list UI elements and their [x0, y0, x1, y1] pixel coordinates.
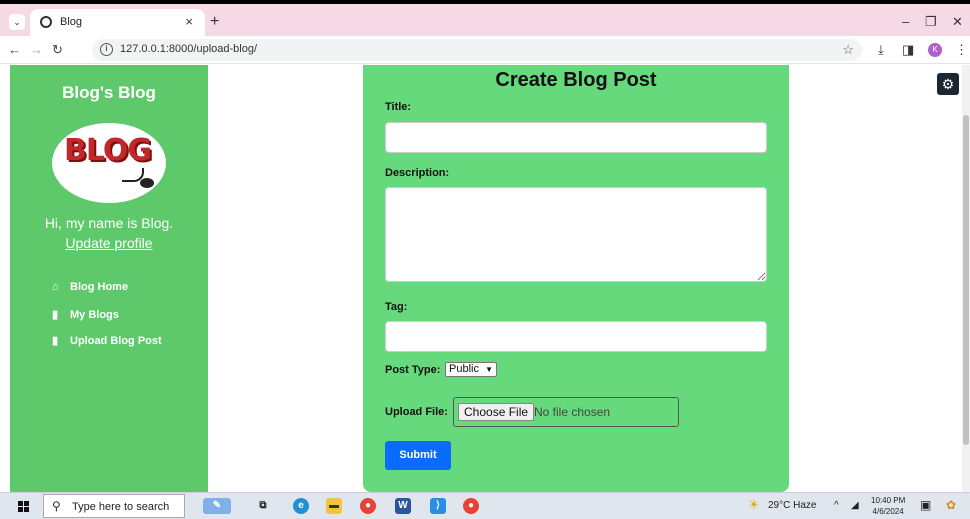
windows-start-icon[interactable] — [18, 501, 29, 512]
restore-button[interactable]: ❐ — [925, 14, 937, 30]
clock-date: 4/6/2024 — [872, 507, 904, 516]
sidebar-item-label: My Blogs — [70, 309, 119, 321]
sidebar-item-blog-home[interactable]: ⌂ Blog Home — [52, 281, 128, 293]
new-tab-button[interactable]: + — [210, 13, 219, 31]
chevron-down-icon: ▼ — [485, 365, 493, 374]
logo-text: BLOG — [64, 133, 152, 168]
scrollbar-thumb[interactable] — [963, 115, 969, 445]
create-post-form: Create Blog Post Title: Description: Tag… — [363, 65, 789, 492]
tab-title: Blog — [60, 16, 83, 28]
forward-button[interactable]: → — [30, 42, 43, 57]
bookmark-icon: ▮ — [52, 309, 59, 321]
greeting: Hi, my name is Blog. — [44, 215, 174, 231]
copilot-icon[interactable]: ✿ — [946, 498, 956, 512]
post-type-value: Public — [449, 363, 479, 375]
form-title: Create Blog Post — [495, 69, 657, 91]
edge-icon[interactable]: e — [293, 498, 309, 514]
url-input[interactable]: i 127.0.0.1:8000/upload-blog/ ☆ — [92, 39, 862, 61]
download-icon[interactable]: ⤓ — [878, 42, 884, 58]
chrome-icon[interactable]: ● — [360, 498, 376, 514]
vscode-icon[interactable]: ⟩ — [430, 498, 446, 514]
weather-icon: ☀ — [748, 497, 760, 512]
taskbar-search-input[interactable]: ⚲ Type here to search — [43, 494, 185, 518]
globe-icon — [40, 16, 52, 28]
sidebar: Blog's Blog BLOG Hi, my name is Blog. Up… — [10, 65, 208, 492]
address-bar: ← → ↻ i 127.0.0.1:8000/upload-blog/ ☆ ⤓ … — [0, 36, 970, 64]
browser-tab-strip: ⌄ Blog × + – ❐ ✕ — [0, 0, 970, 36]
notification-icon[interactable]: ▣ — [920, 498, 931, 512]
profile-avatar[interactable]: K — [928, 43, 942, 57]
blog-logo: BLOG — [52, 123, 166, 203]
file-explorer-icon[interactable]: ▬ — [326, 498, 342, 514]
menu-icon[interactable]: ⋮ — [955, 42, 968, 58]
choose-file-button[interactable]: Choose File — [458, 403, 535, 421]
scrollbar[interactable] — [962, 65, 970, 492]
post-type-select[interactable]: Public ▼ — [445, 362, 497, 377]
blog-name: Blog's Blog — [62, 83, 156, 102]
post-type-label: Post Type: — [385, 364, 441, 376]
submit-button[interactable]: Submit — [385, 441, 451, 470]
taskbar: ⚲ Type here to search ✎ ⧉ e ▬ ● W ⟩ ● ☀ … — [0, 492, 970, 519]
title-label: Title: — [385, 101, 412, 113]
tab-search-button[interactable]: ⌄ — [9, 14, 25, 30]
sidebar-item-my-blogs[interactable]: ▮ My Blogs — [52, 308, 119, 321]
bookmark-star-icon[interactable]: ☆ — [842, 42, 854, 58]
close-window-button[interactable]: ✕ — [952, 14, 963, 30]
bookmark-icon: ▮ — [52, 335, 59, 347]
weather-text[interactable]: 29°C Haze — [768, 500, 816, 511]
browser-tab[interactable]: Blog × — [30, 9, 205, 36]
tray-chevron-icon[interactable]: ^ — [834, 500, 839, 511]
description-textarea[interactable] — [385, 187, 767, 282]
sidebar-item-upload-blog-post[interactable]: ▮ Upload Blog Post — [52, 334, 162, 347]
chrome-profile-icon[interactable]: ● — [463, 498, 479, 514]
info-icon[interactable]: i — [100, 43, 113, 56]
clock[interactable]: 10:40 PM 4/6/2024 — [871, 495, 905, 517]
page-content: Blog's Blog BLOG Hi, my name is Blog. Up… — [0, 65, 970, 492]
description-label: Description: — [385, 167, 450, 179]
sidebar-item-label: Upload Blog Post — [70, 335, 162, 347]
search-placeholder: Type here to search — [72, 501, 170, 513]
update-profile-link[interactable]: Update profile — [10, 235, 208, 251]
minimize-button[interactable]: – — [902, 14, 909, 29]
title-input[interactable] — [385, 122, 767, 153]
clock-time: 10:40 PM — [871, 496, 906, 505]
tag-label: Tag: — [385, 301, 408, 313]
gear-icon[interactable]: ⚙ — [937, 73, 959, 95]
task-view-icon[interactable]: ⧉ — [255, 498, 271, 514]
search-highlight-icon[interactable]: ✎ — [203, 498, 231, 514]
file-input[interactable]: Choose File No file chosen — [453, 397, 679, 427]
network-icon[interactable]: ◢ — [851, 500, 859, 511]
close-tab-icon[interactable]: × — [185, 14, 193, 29]
mouse-icon — [140, 178, 154, 188]
url-text: 127.0.0.1:8000/upload-blog/ — [120, 43, 258, 55]
search-icon: ⚲ — [52, 499, 61, 513]
side-panel-icon[interactable]: ◨ — [902, 42, 914, 58]
sidebar-item-label: Blog Home — [70, 281, 129, 293]
upload-file-label: Upload File: — [385, 406, 448, 418]
reload-button[interactable]: ↻ — [52, 42, 63, 58]
home-icon: ⌂ — [52, 281, 59, 293]
file-status: No file chosen — [534, 405, 611, 419]
word-icon[interactable]: W — [395, 498, 411, 514]
tag-input[interactable] — [385, 321, 767, 352]
back-button[interactable]: ← — [8, 42, 21, 57]
